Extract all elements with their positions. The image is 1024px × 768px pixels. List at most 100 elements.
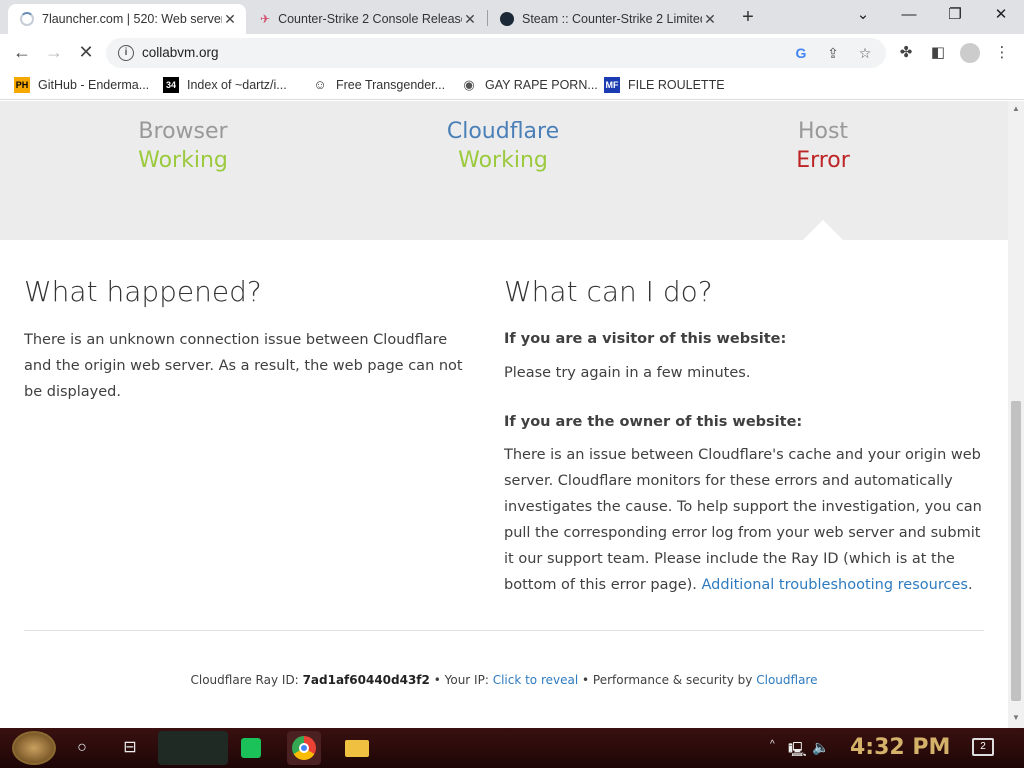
tab-close-icon[interactable]: ✕: [222, 11, 238, 28]
bookmark-favicon: 34: [163, 77, 179, 93]
close-window-button[interactable]: ✕: [978, 0, 1024, 32]
taskbar-app-notes[interactable]: [234, 731, 268, 765]
scroll-down-icon[interactable]: ▼: [1011, 713, 1021, 722]
folder-icon: [345, 740, 369, 757]
bookmark-label: FILE ROULETTE: [628, 78, 725, 92]
performance-label: Performance & security by: [592, 673, 753, 687]
steam-icon: [500, 12, 514, 26]
browser-toolbar: ← → ✕ i collabvm.org G ⇪ ☆ ✤ ◧ ⋮: [0, 34, 1024, 72]
tab-bar: 7launcher.com | 520: Web server is retur…: [0, 0, 1024, 34]
volume-muted-icon[interactable]: 🔈: [812, 739, 829, 756]
what-can-i-do-heading: What can I do?: [504, 275, 713, 308]
cs-logo-icon: ✈: [260, 12, 271, 26]
back-button[interactable]: ←: [10, 42, 34, 64]
what-happened-heading: What happened?: [24, 275, 262, 308]
owner-link-suffix: .: [967, 577, 973, 593]
bookmark-label: GAY RAPE PORN...: [485, 78, 598, 92]
visitor-heading: If you are a visitor of this website:: [504, 331, 787, 347]
tab-cs2-console[interactable]: ✈ Counter-Strike 2 Console Release ✕: [248, 4, 486, 34]
status-band: Browser Working Cloudflare Working Host …: [0, 101, 1008, 240]
address-bar[interactable]: i collabvm.org G ⇪ ☆: [106, 38, 886, 68]
site-info-icon[interactable]: i: [118, 45, 134, 61]
scroll-up-icon[interactable]: ▲: [1011, 104, 1021, 113]
bookmark-file-roulette[interactable]: MF FILE ROULETTE: [604, 77, 725, 93]
forward-button[interactable]: →: [42, 42, 66, 64]
tab-title: 7launcher.com | 520: Web server is retur…: [42, 12, 222, 26]
status-label: Host: [797, 119, 849, 144]
tab-steam[interactable]: Steam :: Counter-Strike 2 Limited Test ✕: [488, 4, 726, 34]
ray-label: Cloudflare Ray ID:: [190, 673, 299, 687]
bookmark-github[interactable]: PH GitHub - Enderma...: [14, 77, 149, 93]
bookmark-favicon: PH: [14, 77, 30, 93]
chrome-icon-center: [299, 743, 309, 753]
notification-center-icon[interactable]: 2: [972, 738, 994, 756]
globe-icon: ◉: [463, 77, 475, 92]
stop-button[interactable]: ✕: [74, 42, 98, 64]
share-icon[interactable]: ⇪: [824, 44, 842, 62]
page-scrollbar[interactable]: ▲ ▼: [1008, 101, 1024, 728]
url-text[interactable]: collabvm.org: [142, 45, 219, 60]
status-cloudflare: Cloudflare Working: [343, 119, 663, 173]
scroll-thumb[interactable]: [1011, 401, 1021, 701]
restore-button[interactable]: ❐: [932, 0, 978, 32]
owner-heading: If you are the owner of this website:: [504, 414, 803, 430]
bookmark-globe[interactable]: ◉ GAY RAPE PORN...: [461, 77, 598, 93]
status-state: Error: [796, 148, 850, 173]
ip-label: Your IP:: [444, 673, 489, 687]
status-state: Working: [138, 148, 228, 173]
footer-separator: •: [582, 673, 590, 687]
bookmark-favicon: MF: [604, 77, 620, 93]
start-button[interactable]: [12, 731, 56, 765]
bookmark-label: GitHub - Enderma...: [38, 78, 150, 92]
minimize-button[interactable]: —: [886, 0, 932, 32]
divider: [24, 630, 984, 631]
new-tab-button[interactable]: +: [736, 6, 760, 30]
bookmark-label: Index of ~dartz/i...: [187, 78, 287, 92]
cloudflare-link[interactable]: Cloudflare: [756, 673, 817, 687]
bookmark-favicon: ☺: [313, 77, 327, 92]
status-label-link[interactable]: Cloudflare: [343, 119, 663, 144]
troubleshooting-link[interactable]: Additional troubleshooting resources: [702, 577, 968, 593]
tab-active[interactable]: 7launcher.com | 520: Web server is retur…: [8, 4, 246, 34]
tab-close-icon[interactable]: ✕: [702, 11, 718, 28]
taskbar-app-blank[interactable]: [158, 731, 228, 765]
footer: Cloudflare Ray ID: 7ad1af60440d43f2 • Yo…: [0, 673, 1008, 687]
bookmark-star-icon[interactable]: ☆: [856, 44, 874, 62]
tab-search-icon[interactable]: ⌄: [840, 0, 886, 32]
taskbar-app-chrome[interactable]: [287, 731, 321, 765]
menu-kebab-icon[interactable]: ⋮: [992, 43, 1012, 63]
profile-avatar[interactable]: [960, 43, 980, 63]
status-state: Working: [458, 148, 548, 173]
status-host: Host Error: [663, 119, 983, 173]
bookmark-free-transgender[interactable]: ☺ Free Transgender...: [312, 77, 445, 93]
bookmark-label: Free Transgender...: [336, 78, 446, 92]
task-view-icon[interactable]: ⊟: [116, 734, 144, 762]
google-lens-icon[interactable]: G: [792, 44, 810, 62]
footer-separator: •: [433, 673, 441, 687]
tab-title: Steam :: Counter-Strike 2 Limited Test: [522, 12, 702, 26]
bookmarks-bar: PH GitHub - Enderma... 34 Index of ~dart…: [0, 72, 1024, 100]
status-browser: Browser Working: [23, 119, 343, 173]
page-viewport: Browser Working Cloudflare Working Host …: [0, 101, 1008, 728]
reveal-ip-link[interactable]: Click to reveal: [493, 673, 579, 687]
ray-id: 7ad1af60440d43f2: [302, 673, 430, 687]
extensions-icon[interactable]: ✤: [896, 43, 916, 63]
owner-text: There is an issue between Cloudflare's c…: [504, 447, 982, 593]
side-panel-icon[interactable]: ◧: [928, 43, 948, 63]
visitor-text: Please try again in a few minutes.: [504, 365, 751, 381]
clock[interactable]: 4:32 PM: [850, 735, 950, 760]
tab-title: Counter-Strike 2 Console Release: [278, 12, 462, 26]
search-circle-icon[interactable]: ○: [68, 734, 96, 762]
owner-paragraph: There is an issue between Cloudflare's c…: [504, 442, 990, 598]
status-label: Browser: [138, 119, 228, 144]
what-happened-text: There is an unknown connection issue bet…: [24, 332, 463, 400]
host-pointer-arrow: [803, 220, 843, 240]
tray-overflow-icon[interactable]: ^: [770, 739, 775, 750]
network-icon[interactable]: 🖳: [788, 739, 807, 763]
notes-icon: [241, 738, 261, 758]
taskbar: ○ ⊟ ^ 🖳 🔈 4:32 PM 2: [0, 728, 1024, 768]
bookmark-index-dartz[interactable]: 34 Index of ~dartz/i...: [163, 77, 287, 93]
taskbar-app-explorer[interactable]: [340, 731, 374, 765]
loading-spinner-icon: [20, 12, 34, 26]
tab-close-icon[interactable]: ✕: [462, 11, 478, 28]
